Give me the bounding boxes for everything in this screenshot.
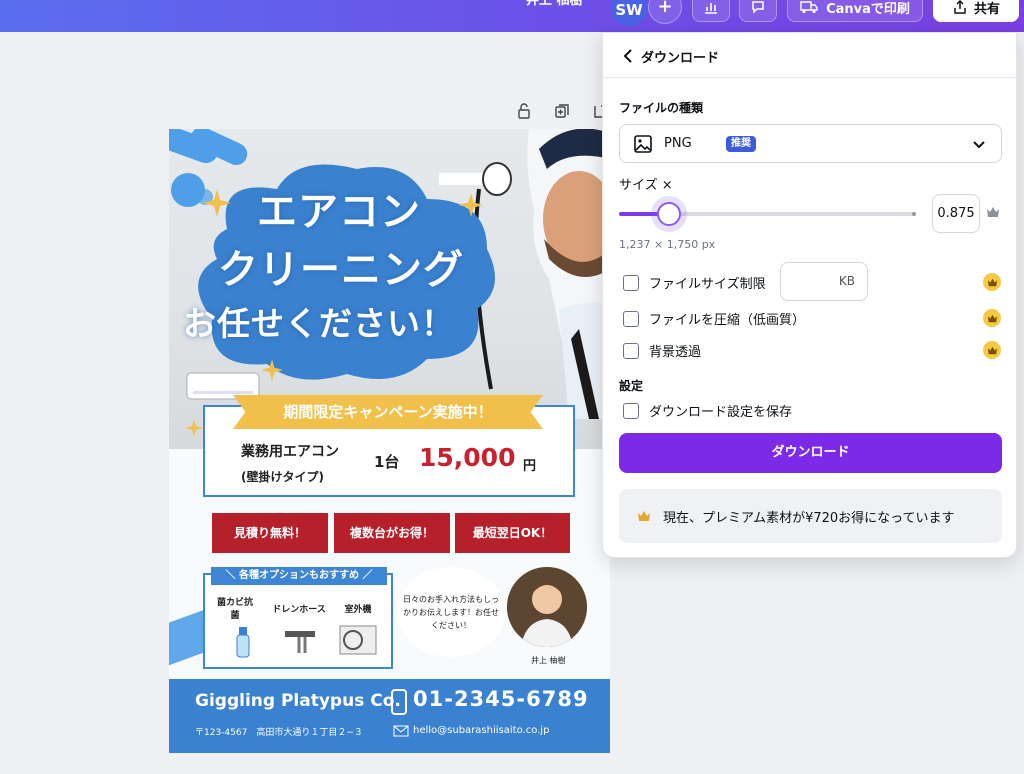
back-button[interactable] — [617, 45, 639, 67]
download-panel: ダウンロード ファイルの種類 PNG 推奨 サイズ × 0.875 1,237 … — [602, 32, 1017, 558]
save-settings-option[interactable]: ダウンロード設定を保存 — [623, 401, 792, 420]
transparent-bg-label: 背景透過 — [649, 345, 702, 360]
campaign-ribbon: 期間限定キャンペーン実施中！ — [233, 395, 543, 429]
top-bar: 井上 柚樹 SW + Canvaで印刷 共有 — [0, 0, 1024, 32]
chevron-left-icon — [623, 49, 632, 63]
compress-option[interactable]: ファイルを圧縮（低画質） — [623, 309, 805, 328]
size-label: サイズ × — [619, 178, 673, 193]
poster-footer: Giggling Platypus Co. 01-2345-6789 〒123-… — [169, 679, 610, 753]
tag-next-day: 最短翌日OK！ — [455, 513, 570, 553]
crown-icon — [987, 207, 999, 217]
size-input[interactable]: 0.875 — [932, 194, 980, 233]
service-yen: 円 — [523, 459, 537, 474]
sparkle-icon — [185, 419, 203, 437]
share-label: 共有 — [973, 1, 1000, 17]
add-collaborator-button[interactable]: + — [648, 0, 682, 24]
design-poster[interactable]: エアコン クリーニング お任せください！ 期間限定キャンペーン実施中！ 業務用エ… — [169, 129, 610, 753]
transparent-bg-checkbox[interactable] — [623, 342, 639, 359]
service-unit: 1台 — [374, 453, 400, 471]
share-button[interactable]: 共有 — [933, 0, 1019, 22]
tag-free-estimate: 見積り無料！ — [212, 513, 328, 553]
file-type-label: ファイルの種類 — [619, 101, 704, 115]
file-type-select[interactable]: PNG 推奨 — [619, 124, 1002, 163]
service-name: 業務用エアコン — [241, 444, 339, 460]
save-settings-checkbox[interactable] — [623, 402, 639, 419]
chart-icon — [705, 3, 717, 14]
crown-icon — [638, 511, 650, 521]
service-price: 15,000 — [419, 443, 516, 472]
plus-icon: + — [657, 0, 673, 17]
sparkle-icon — [203, 189, 231, 217]
phone-number: 01-2345-6789 — [413, 687, 589, 711]
file-size-limit-checkbox[interactable] — [623, 274, 639, 291]
panel-title: ダウンロード — [641, 51, 720, 66]
comment-icon — [752, 1, 764, 14]
sparkle-icon — [459, 193, 483, 217]
page-tools — [512, 99, 612, 123]
poster-title-line3: お任せください！ — [183, 304, 455, 343]
user-name: 井上 柚樹 — [526, 0, 583, 8]
file-size-limit-label: ファイルサイズ制限 — [649, 277, 766, 292]
transparent-bg-option[interactable]: 背景透過 — [623, 341, 701, 360]
phone-icon — [391, 689, 407, 715]
duplicate-icon[interactable] — [550, 99, 574, 123]
file-type-value: PNG — [664, 136, 692, 151]
save-settings-label: ダウンロード設定を保存 — [649, 405, 793, 420]
chevron-down-icon — [973, 141, 985, 149]
tag-multi-unit: 複数台がお得！ — [334, 513, 450, 553]
slider-end-dot — [912, 212, 916, 216]
option-label: ドレンホース — [272, 605, 326, 615]
lock-icon[interactable] — [512, 99, 536, 123]
slider-thumb[interactable] — [657, 202, 682, 226]
panel-header: ダウンロード — [603, 33, 1016, 78]
staff-photo — [507, 567, 587, 647]
size-slider[interactable] — [619, 202, 915, 226]
download-button[interactable]: ダウンロード — [619, 433, 1002, 473]
outdoor-unit-icon — [339, 625, 377, 655]
poster-title-line1: エアコン — [257, 189, 421, 235]
mail-icon — [393, 725, 409, 737]
file-size-limit-option[interactable]: ファイルサイズ制限 — [623, 273, 766, 292]
truck-icon — [800, 1, 818, 14]
avatar[interactable]: SW — [611, 0, 647, 26]
option-label: 菌カビ抗菌 — [216, 598, 253, 621]
kb-input[interactable]: KB — [780, 262, 868, 301]
compress-checkbox[interactable] — [623, 310, 639, 327]
address: 〒123-4567 高田市大通り１丁目２−３ — [195, 728, 363, 738]
crown-icon — [983, 309, 1001, 327]
sparkle-icon — [261, 359, 283, 381]
comment-button[interactable] — [739, 0, 777, 22]
drain-hose-icon — [285, 631, 315, 653]
compress-label: ファイルを圧縮（低画質） — [649, 313, 806, 328]
crown-icon — [983, 273, 1001, 291]
image-icon — [634, 135, 652, 153]
recommended-badge: 推奨 — [726, 136, 756, 152]
service-sub: (壁掛けタイプ) — [241, 470, 324, 484]
premium-promo: 現在、プレミアム素材が¥720お得になっています — [619, 489, 1002, 543]
settings-label: 設定 — [619, 379, 644, 393]
print-button[interactable]: Canvaで印刷 — [787, 0, 923, 22]
speech-bubble: 日々のお手入れ方法もしっかりお伝えします！お任せください！ — [397, 567, 505, 657]
staff-name: 井上 柚樹 — [531, 656, 566, 665]
share-icon — [954, 0, 966, 14]
poster-title-line2: クリーニング — [218, 247, 464, 293]
company-name: Giggling Platypus Co. — [195, 691, 401, 711]
dimensions-text: 1,237 × 1,750 px — [619, 238, 716, 251]
email: hello@subarashiisaito.co.jp — [413, 725, 550, 736]
promo-text: 現在、プレミアム素材が¥720お得になっています — [663, 510, 955, 526]
option-label: 室外機 — [344, 605, 372, 615]
crown-icon — [983, 341, 1001, 359]
spray-icon — [236, 627, 250, 658]
insights-button[interactable] — [692, 0, 730, 22]
print-label: Canvaで印刷 — [826, 1, 910, 17]
options-heading: ＼ 各種オプションもおすすめ ／ — [211, 567, 387, 585]
